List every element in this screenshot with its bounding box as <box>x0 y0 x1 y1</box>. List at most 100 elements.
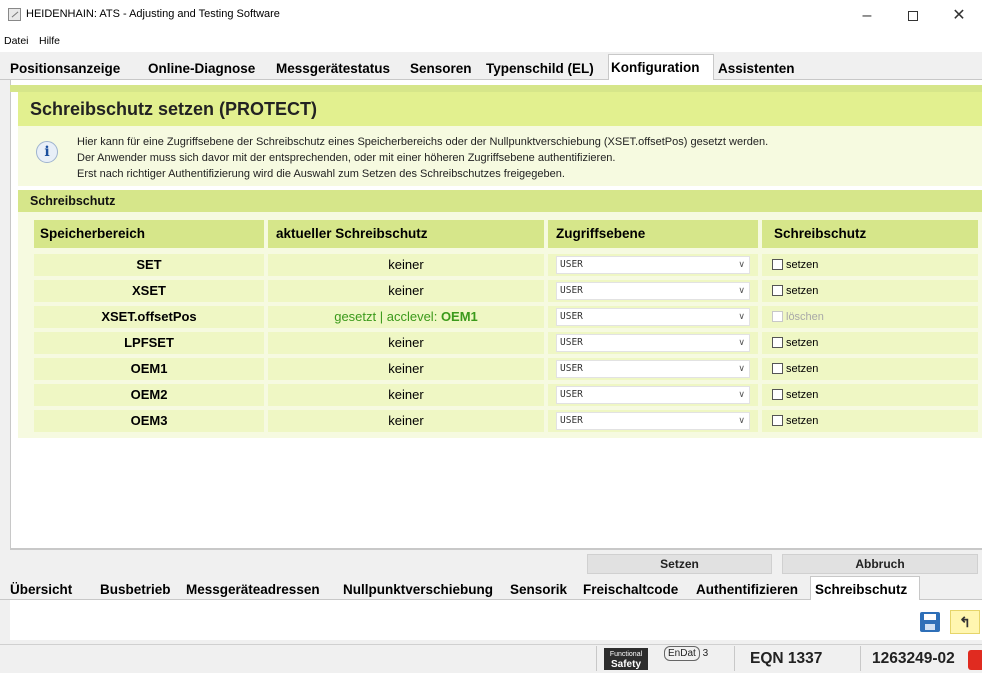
section-title: Schreibschutz <box>30 194 116 208</box>
subtab-authentifizieren[interactable]: Authentifizieren <box>696 579 798 600</box>
tab-typenschild[interactable]: Typenschild (EL) <box>484 57 596 80</box>
protect-checkbox[interactable] <box>772 337 783 348</box>
protect-checkbox-label[interactable]: setzen <box>786 280 818 302</box>
cell-level: USER ∨ <box>548 384 758 406</box>
back-arrow-icon[interactable]: ↰ <box>950 610 980 634</box>
content-top-border <box>10 85 982 92</box>
protect-checkbox-label: löschen <box>786 311 824 323</box>
cell-current: keiner <box>268 280 544 302</box>
minimize-button[interactable]: – <box>844 0 890 32</box>
level-select[interactable]: USER ∨ <box>556 412 750 430</box>
protect-checkbox[interactable] <box>772 389 783 400</box>
subtab-nullpunktverschiebung[interactable]: Nullpunktverschiebung <box>343 579 493 600</box>
status-bar <box>0 644 982 673</box>
current-protection-text: gesetzt | acclevel: <box>334 309 441 324</box>
protect-checkbox-label[interactable]: setzen <box>786 410 818 432</box>
cell-area: XSET <box>34 280 264 302</box>
tab-assistenten[interactable]: Assistenten <box>716 57 797 80</box>
level-select[interactable]: USER ∨ <box>556 360 750 378</box>
chevron-down-icon: ∨ <box>738 338 745 348</box>
info-icon: i <box>36 141 58 163</box>
protect-checkbox-label[interactable]: setzen <box>786 254 818 276</box>
functional-safety-badge: Functional Safety <box>604 648 648 670</box>
page-header: Schreibschutz setzen (PROTECT) <box>18 92 982 126</box>
menu-datei[interactable]: Datei <box>4 35 29 47</box>
bottom-tab-bar: Übersicht Busbetrieb Messgeräteadressen … <box>0 576 982 601</box>
close-button[interactable]: ✕ <box>936 0 982 32</box>
bottom-toolbar <box>10 600 982 640</box>
cell-area: LPFSET <box>34 332 264 354</box>
status-separator <box>734 646 735 671</box>
cell-current: keiner <box>268 332 544 354</box>
device-id: 1263249-02 <box>872 650 955 667</box>
endat-badge: EnDat 3 <box>664 646 708 661</box>
level-select[interactable]: USER ∨ <box>556 282 750 300</box>
maximize-icon <box>908 10 918 21</box>
menu-hilfe[interactable]: Hilfe <box>39 35 60 47</box>
protect-checkbox-label[interactable]: setzen <box>786 358 818 380</box>
subtab-busbetrieb[interactable]: Busbetrieb <box>100 579 171 600</box>
cell-current: gesetzt | acclevel: OEM1 <box>268 306 544 328</box>
subtab-uebersicht[interactable]: Übersicht <box>10 579 72 600</box>
status-separator <box>596 646 597 671</box>
cell-protect: setzen <box>762 280 978 302</box>
level-select[interactable]: USER ∨ <box>556 386 750 404</box>
tab-konfiguration[interactable]: Konfiguration <box>608 54 714 81</box>
cell-current: keiner <box>268 384 544 406</box>
protect-checkbox-disabled <box>772 311 783 322</box>
device-name: EQN 1337 <box>750 650 823 667</box>
level-select[interactable]: USER ∨ <box>556 334 750 352</box>
app-window: HEIDENHAIN: ATS - Adjusting and Testing … <box>0 0 982 673</box>
subtab-freischaltcode[interactable]: Freischaltcode <box>583 579 678 600</box>
tab-messgeraetestatus[interactable]: Messgerätestatus <box>274 57 392 80</box>
cell-level: USER ∨ <box>548 306 758 328</box>
info-line-3: Erst nach richtiger Authentifizierung wi… <box>77 168 565 180</box>
protect-checkbox[interactable] <box>772 415 783 426</box>
button-separator <box>10 548 982 550</box>
subtab-schreibschutz[interactable]: Schreibschutz <box>810 576 920 601</box>
subtab-sensorik[interactable]: Sensorik <box>510 579 567 600</box>
chevron-down-icon: ∨ <box>738 364 745 374</box>
protect-checkbox[interactable] <box>772 259 783 270</box>
info-panel: i Hier kann für eine Zugriffsebene der S… <box>18 126 982 186</box>
tab-positionsanzeige[interactable]: Positionsanzeige <box>8 57 122 80</box>
protect-checkbox[interactable] <box>772 285 783 296</box>
cell-protect: setzen <box>762 358 978 380</box>
top-tab-bar: Positionsanzeige Online-Diagnose Messger… <box>0 54 982 81</box>
cell-protect: setzen <box>762 254 978 276</box>
cell-level: USER ∨ <box>548 358 758 380</box>
cell-protect: setzen <box>762 332 978 354</box>
app-icon <box>8 8 21 21</box>
level-select[interactable]: USER ∨ <box>556 256 750 274</box>
col-header-speicherbereich: Speicherbereich <box>34 220 264 248</box>
cell-protect: setzen <box>762 410 978 432</box>
page-title: Schreibschutz setzen (PROTECT) <box>30 99 318 119</box>
level-select[interactable]: USER ∨ <box>556 308 750 326</box>
set-button[interactable]: Setzen <box>587 554 772 574</box>
protect-checkbox[interactable] <box>772 363 783 374</box>
subtab-messgeraeteadressen[interactable]: Messgeräteadressen <box>186 579 320 600</box>
info-line-2: Der Anwender muss sich davor mit der ent… <box>77 152 616 164</box>
cell-current: keiner <box>268 358 544 380</box>
info-line-1: Hier kann für eine Zugriffsebene der Sch… <box>77 136 769 148</box>
red-status-icon <box>968 650 982 670</box>
cell-level: USER ∨ <box>548 254 758 276</box>
current-protection-level: OEM1 <box>440 309 478 324</box>
protect-checkbox-label[interactable]: setzen <box>786 384 818 406</box>
chevron-down-icon: ∨ <box>738 260 745 270</box>
tab-sensoren[interactable]: Sensoren <box>408 57 474 80</box>
status-separator <box>860 646 861 671</box>
cancel-button[interactable]: Abbruch <box>782 554 978 574</box>
window-title: HEIDENHAIN: ATS - Adjusting and Testing … <box>26 8 280 20</box>
protect-checkbox-label[interactable]: setzen <box>786 332 818 354</box>
maximize-button[interactable] <box>890 0 936 32</box>
cell-area: OEM2 <box>34 384 264 406</box>
cell-level: USER ∨ <box>548 332 758 354</box>
col-header-aktueller-schreibschutz: aktueller Schreibschutz <box>268 220 544 248</box>
save-icon[interactable] <box>920 612 940 632</box>
col-header-zugriffsebene: Zugriffsebene <box>548 220 758 248</box>
tab-online-diagnose[interactable]: Online-Diagnose <box>146 57 257 80</box>
cell-protect: löschen <box>762 306 978 328</box>
chevron-down-icon: ∨ <box>738 286 745 296</box>
chevron-down-icon: ∨ <box>738 416 745 426</box>
